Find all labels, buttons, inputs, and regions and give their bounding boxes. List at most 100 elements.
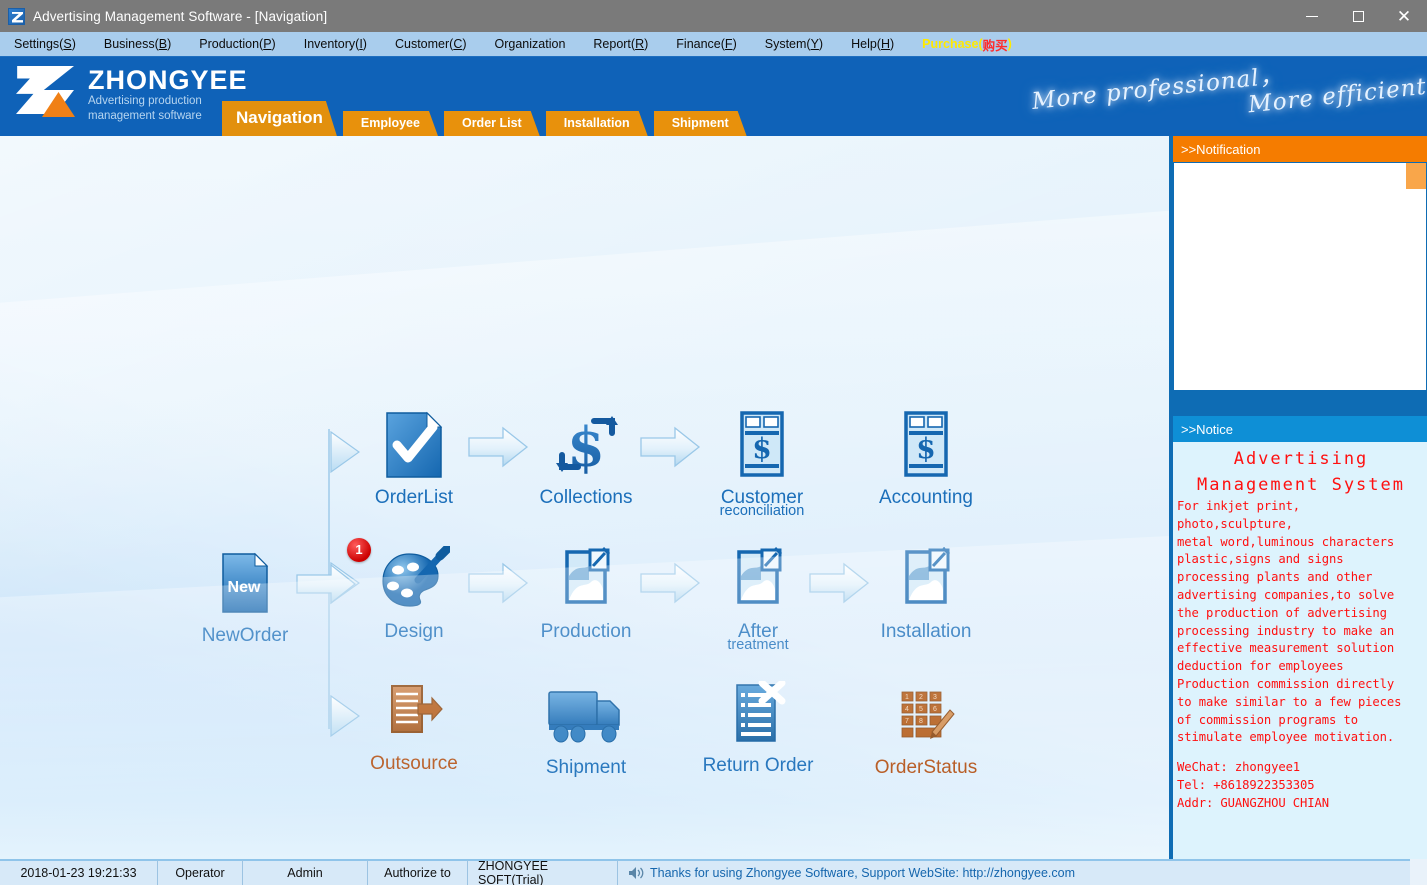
node-label: Collections bbox=[511, 488, 661, 507]
node-neworder[interactable]: New NewOrder bbox=[170, 544, 320, 645]
status-message-text: Thanks for using Zhongyee Software, Supp… bbox=[650, 866, 1075, 880]
node-shipment[interactable]: Shipment bbox=[511, 676, 661, 777]
node-label: Return Order bbox=[683, 756, 833, 775]
window-title: Advertising Management Software - [Navig… bbox=[33, 9, 327, 24]
svg-text:5: 5 bbox=[919, 706, 923, 713]
node-label: Design bbox=[339, 622, 489, 641]
picture-edit-icon bbox=[511, 540, 661, 618]
status-datetime: 2018-01-23 19:21:33 bbox=[0, 860, 158, 885]
tab-bar: Navigation Employee Order List Installat… bbox=[222, 101, 753, 136]
node-after-treatment[interactable]: After treatment bbox=[683, 540, 833, 653]
svg-text:$: $ bbox=[916, 432, 935, 465]
svg-text:7: 7 bbox=[905, 718, 909, 725]
tab-shipment[interactable]: Shipment bbox=[654, 111, 747, 136]
tab-order-list[interactable]: Order List bbox=[444, 111, 540, 136]
node-label: OrderList bbox=[339, 488, 489, 507]
node-label: Accounting bbox=[851, 488, 1001, 507]
zhongyee-logo-icon bbox=[10, 62, 80, 120]
node-label: Outsource bbox=[339, 754, 489, 773]
svg-text:4: 4 bbox=[905, 706, 909, 713]
brand-block: ZHONGYEE Advertising production manageme… bbox=[10, 62, 248, 123]
menu-bar: Settings(S) Business(B) Production(P) In… bbox=[0, 32, 1427, 57]
tab-installation[interactable]: Installation bbox=[546, 111, 648, 136]
menu-item-business[interactable]: Business(B) bbox=[90, 32, 185, 57]
node-return-order[interactable]: Return Order bbox=[683, 674, 833, 775]
node-sublabel: reconciliation bbox=[687, 504, 837, 519]
navigation-workspace: OrderList $ Collections bbox=[0, 136, 1169, 859]
workflow-diagram: OrderList $ Collections bbox=[0, 136, 1169, 859]
node-installation[interactable]: Installation bbox=[851, 540, 1001, 641]
node-outsource[interactable]: Outsource bbox=[339, 672, 489, 773]
menu-item-system[interactable]: System(Y) bbox=[751, 32, 837, 57]
menu-item-production[interactable]: Production(P) bbox=[185, 32, 289, 57]
title-bar: Advertising Management Software - [Navig… bbox=[0, 0, 1427, 32]
branch-arrow-bottom-icon bbox=[330, 694, 360, 738]
node-label: Production bbox=[511, 622, 661, 641]
notice-panel-body[interactable]: Advertising Management System For inkjet… bbox=[1173, 442, 1427, 880]
status-bar: 2018-01-23 19:21:33 Operator Admin Autho… bbox=[0, 859, 1427, 885]
svg-text:6: 6 bbox=[933, 706, 937, 713]
tab-employee[interactable]: Employee bbox=[343, 111, 438, 136]
document-arrow-icon bbox=[339, 672, 489, 750]
svg-text:8: 8 bbox=[919, 718, 923, 725]
list-cross-icon bbox=[683, 674, 833, 752]
close-button[interactable]: ✕ bbox=[1381, 0, 1427, 32]
notification-panel-body[interactable] bbox=[1173, 162, 1427, 391]
status-resize-grip[interactable] bbox=[1410, 859, 1427, 885]
node-label: Installation bbox=[851, 622, 1001, 641]
tab-navigation[interactable]: Navigation bbox=[222, 101, 337, 136]
svg-text:$: $ bbox=[752, 432, 771, 465]
status-authorize-label: Authorize to bbox=[368, 860, 468, 885]
svg-text:New: New bbox=[228, 579, 261, 596]
notice-tel: Tel: +8618922353305 bbox=[1177, 777, 1425, 795]
notice-heading-line1: Advertising bbox=[1177, 446, 1425, 472]
window-controls: ✕ bbox=[1289, 0, 1427, 32]
calculator-pencil-icon: 123 456 78 bbox=[851, 676, 1001, 754]
svg-text:1: 1 bbox=[905, 694, 909, 701]
menu-item-finance[interactable]: Finance(F) bbox=[662, 32, 750, 57]
app-icon bbox=[8, 8, 25, 25]
menu-item-report[interactable]: Report(R) bbox=[579, 32, 662, 57]
maximize-button[interactable] bbox=[1335, 0, 1381, 32]
new-document-icon: New bbox=[170, 544, 320, 622]
close-icon: ✕ bbox=[1397, 8, 1411, 25]
node-order-status[interactable]: 123 456 78 OrderStatus bbox=[851, 676, 1001, 777]
menu-item-help[interactable]: Help(H) bbox=[837, 32, 908, 57]
brand-name: ZHONGYEE bbox=[88, 66, 248, 94]
notice-panel-header: >>Notice bbox=[1173, 416, 1427, 442]
slogan: More professional， More efficient bbox=[1031, 57, 1427, 136]
node-design[interactable]: 1 Design bbox=[339, 540, 489, 641]
minimize-button[interactable] bbox=[1289, 0, 1335, 32]
status-operator-value: Admin bbox=[243, 860, 368, 885]
menu-item-inventory[interactable]: Inventory(I) bbox=[290, 32, 381, 57]
menu-item-purchase[interactable]: Purchase(购买) bbox=[908, 32, 1026, 57]
arrow-production-after-icon bbox=[639, 562, 701, 604]
truck-icon bbox=[511, 676, 661, 754]
node-customer-reconciliation[interactable]: $ Customer reconciliation bbox=[687, 406, 837, 519]
notification-scrollbar[interactable] bbox=[1406, 163, 1426, 390]
notice-heading-line2: Management System bbox=[1177, 472, 1425, 498]
notice-address: Addr: GUANGZHOU CHIAN bbox=[1177, 795, 1425, 813]
invoice-dollar-icon: $ bbox=[687, 406, 837, 484]
status-authorize-value: ZHONGYEE SOFT(Trial) bbox=[468, 860, 618, 885]
notice-panel: >>Notice Advertising Management System F… bbox=[1173, 416, 1427, 880]
arrow-after-installation-icon bbox=[808, 562, 870, 604]
status-operator-label: Operator bbox=[158, 860, 243, 885]
notification-scroll-thumb[interactable] bbox=[1406, 163, 1426, 189]
notice-wechat: WeChat: zhongyee1 bbox=[1177, 759, 1425, 777]
node-accounting[interactable]: $ Accounting bbox=[851, 406, 1001, 507]
picture-edit-icon bbox=[683, 540, 833, 618]
invoice-dollar-icon: $ bbox=[851, 406, 1001, 484]
svg-text:3: 3 bbox=[933, 694, 937, 701]
speaker-icon bbox=[628, 866, 644, 880]
application-window: Advertising Management Software - [Navig… bbox=[0, 0, 1427, 885]
notification-content bbox=[1174, 163, 1426, 171]
right-sidebar: >>Notification >>Notice Advertising Mana… bbox=[1169, 136, 1427, 859]
menu-item-organization[interactable]: Organization bbox=[481, 32, 580, 57]
picture-edit-icon bbox=[851, 540, 1001, 618]
menu-item-customer[interactable]: Customer(C) bbox=[381, 32, 481, 57]
menu-item-settings[interactable]: Settings(S) bbox=[0, 32, 90, 57]
node-production[interactable]: Production bbox=[511, 540, 661, 641]
node-label: OrderStatus bbox=[851, 758, 1001, 777]
status-message: Thanks for using Zhongyee Software, Supp… bbox=[618, 866, 1075, 880]
